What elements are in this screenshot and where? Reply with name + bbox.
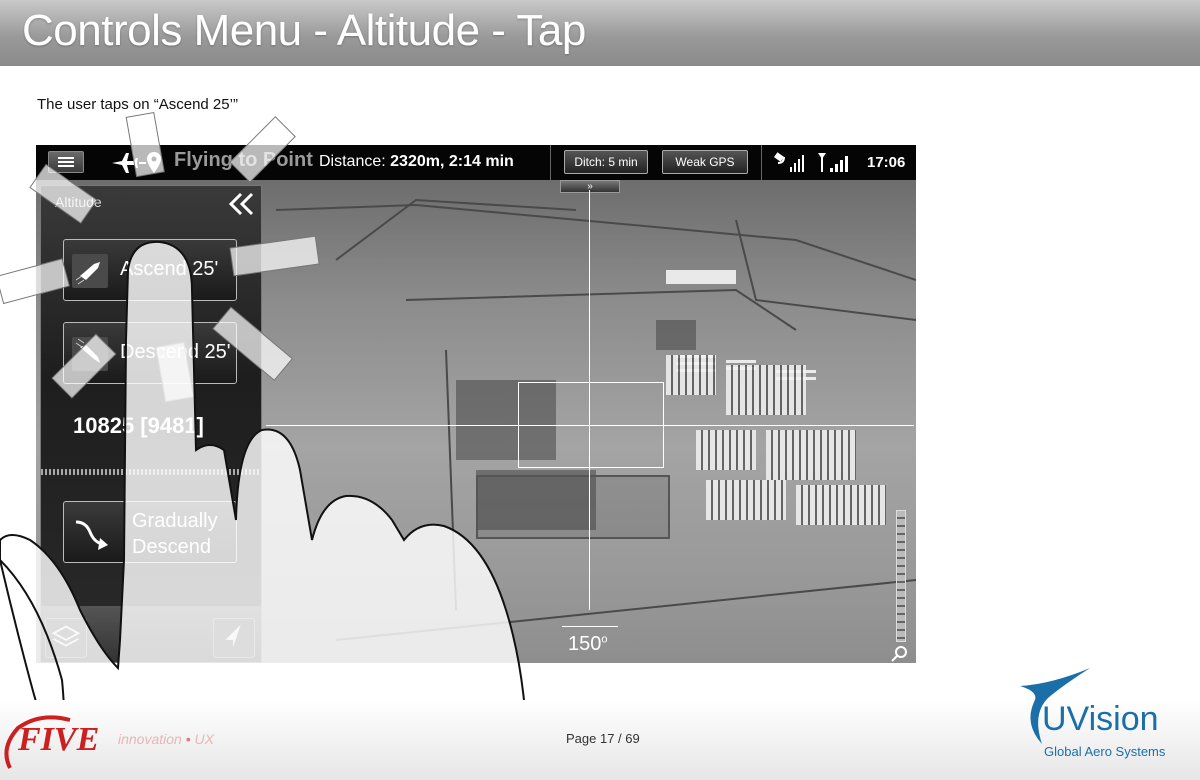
compass-north-icon — [225, 624, 241, 648]
building-cluster — [696, 430, 756, 470]
slide-caption: The user taps on “Ascend 25’” — [37, 96, 238, 113]
zoom-icon[interactable] — [891, 645, 909, 663]
tagline-ux: UX — [194, 731, 214, 747]
zoom-slider[interactable] — [896, 510, 906, 642]
slide-title: Controls Menu - Altitude - Tap — [22, 6, 586, 55]
bottom-dock — [41, 606, 261, 662]
app-screen: Flying to Point Distance: 2320m, 2:14 mi… — [36, 145, 916, 663]
ascend-icon — [72, 254, 108, 288]
gradually-descend-line-1: Gradually — [132, 510, 218, 532]
north-button[interactable] — [213, 618, 255, 658]
top-status-bar: Flying to Point Distance: 2320m, 2:14 mi… — [36, 145, 916, 180]
distance-value: 2320m, — [390, 153, 445, 170]
building-cluster — [766, 430, 856, 480]
ditch-button[interactable]: Ditch: 5 min — [564, 150, 648, 174]
ascend-label: Ascend 25' — [120, 258, 219, 280]
heading-indicator-line — [562, 626, 618, 627]
divider — [41, 469, 261, 475]
building-cluster — [666, 355, 716, 395]
uvision-wordmark: UVision — [1042, 700, 1159, 738]
altitude-panel: Altitude Ascend 25' Descend 25' 10825 [9… — [40, 185, 262, 663]
descend-button[interactable]: Descend 25' — [63, 322, 237, 384]
descend-label: Descend 25' — [120, 341, 231, 363]
heading-readout: 150o — [568, 633, 608, 656]
degree-symbol: o — [601, 633, 608, 646]
tagline-separator: • — [185, 731, 191, 747]
hamburger-icon[interactable] — [48, 151, 84, 173]
distance-readout: Distance: 2320m, 2:14 min — [319, 153, 514, 171]
target-reticle — [518, 382, 664, 468]
plane-to-point-icon — [112, 152, 161, 173]
clock: 17:06 — [867, 154, 906, 171]
five-logo: FIVE — [4, 715, 99, 769]
layers-button[interactable] — [45, 618, 87, 658]
flight-mode-label: Flying to Point — [174, 149, 313, 171]
descend-icon — [72, 337, 108, 371]
building-cluster — [726, 365, 806, 415]
svg-text:FIVE: FIVE — [17, 721, 99, 758]
radio-signal-icon — [818, 153, 848, 172]
tagline-innovation: innovation — [118, 731, 182, 747]
chevron-down-icon[interactable]: » — [560, 180, 620, 193]
heading-value: 150 — [568, 633, 602, 655]
gradually-descend-line-2: Descend — [132, 536, 211, 558]
collapse-panel-icon[interactable] — [227, 190, 257, 218]
compound-outline — [476, 475, 670, 539]
layers-icon — [51, 625, 81, 647]
slide-header: Controls Menu - Altitude - Tap — [0, 0, 1200, 66]
separator — [550, 145, 551, 180]
altitude-readout: 10825 [9481] — [73, 413, 204, 438]
satellite-signal-icon — [774, 152, 804, 172]
separator — [761, 145, 762, 180]
footer-tagline: innovation • UX — [118, 731, 214, 747]
gradually-descend-button[interactable]: Gradually Descend — [63, 501, 237, 563]
uvision-tagline: Global Aero Systems — [1044, 744, 1166, 759]
altitude-panel-title: Altitude — [55, 194, 102, 210]
gradually-descend-label: Gradually Descend — [132, 508, 218, 560]
time-remaining: 2:14 min — [448, 153, 514, 170]
building-cluster — [706, 480, 786, 520]
weak-gps-button[interactable]: Weak GPS — [662, 150, 748, 174]
page-number: Page 17 / 69 — [566, 731, 640, 746]
ascend-button[interactable]: Ascend 25' — [63, 239, 237, 301]
distance-label: Distance: — [319, 153, 386, 170]
building-cluster — [796, 485, 886, 525]
gradual-descend-icon — [75, 520, 108, 550]
